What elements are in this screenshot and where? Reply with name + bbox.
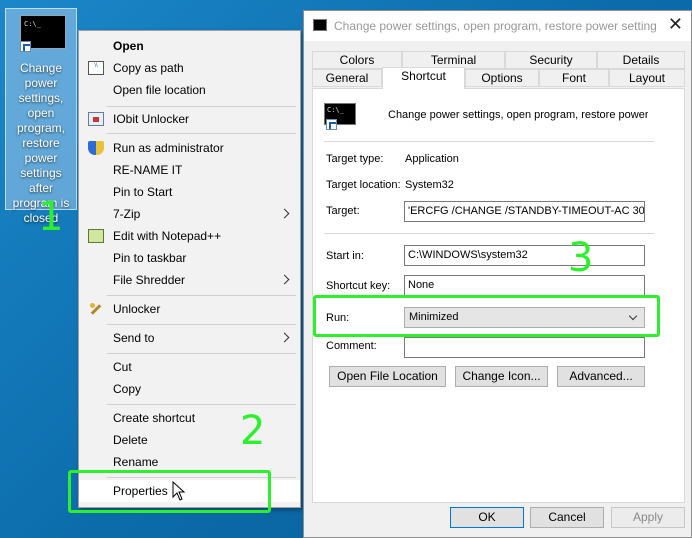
- comment-input[interactable]: [404, 337, 645, 358]
- start-in-label: Start in:: [326, 250, 364, 262]
- target-label: Target:: [326, 205, 360, 217]
- tab-font[interactable]: Font: [539, 69, 609, 87]
- highlight-properties: [68, 470, 271, 513]
- change-icon-button[interactable]: Change Icon...: [455, 366, 548, 387]
- step-number-2: 2: [240, 408, 266, 454]
- target-location-label: Target location:: [326, 179, 401, 191]
- target-location-value: System32: [405, 179, 454, 191]
- chevron-right-icon: [279, 274, 290, 285]
- menu-item-create-shortcut[interactable]: Create shortcut: [79, 407, 300, 429]
- ok-button[interactable]: OK: [450, 507, 524, 528]
- apply-button[interactable]: Apply: [611, 507, 685, 528]
- menu-item-rename-it[interactable]: RE-NAME IT: [79, 159, 300, 181]
- menu-item-open[interactable]: Open: [79, 35, 300, 57]
- menu-separator: [107, 324, 296, 325]
- menu-separator: [107, 404, 296, 405]
- menu-separator: [107, 106, 296, 107]
- shortcut-arrow-icon: [20, 41, 31, 52]
- comment-label: Comment:: [326, 340, 377, 352]
- menu-item-file-shredder[interactable]: File Shredder: [79, 269, 300, 291]
- shortcut-key-input[interactable]: None: [404, 275, 645, 296]
- menu-item-7zip[interactable]: 7-Zip: [79, 203, 300, 225]
- cmd-icon: [313, 19, 327, 31]
- dialog-titlebar[interactable]: Change power settings, open program, res…: [304, 11, 691, 41]
- menu-separator: [107, 353, 296, 354]
- menu-item-unlocker[interactable]: Unlocker: [79, 298, 300, 320]
- menu-item-send-to[interactable]: Send to: [79, 327, 300, 349]
- chevron-right-icon: [279, 208, 290, 219]
- menu-item-pin-to-taskbar[interactable]: Pin to taskbar: [79, 247, 300, 269]
- divider: [324, 141, 654, 142]
- copy-path-icon: \\: [88, 61, 104, 75]
- notepadpp-icon: [88, 229, 104, 243]
- menu-item-pin-to-start[interactable]: Pin to Start: [79, 181, 300, 203]
- context-menu: Open \\ Copy as path Open file location …: [78, 30, 301, 508]
- tab-general[interactable]: General: [312, 69, 382, 87]
- menu-item-edit-notepadpp[interactable]: Edit with Notepad++: [79, 225, 300, 247]
- menu-item-run-as-administrator[interactable]: Run as administrator: [79, 137, 300, 159]
- tab-layout[interactable]: Layout: [609, 69, 685, 87]
- desktop-shortcut-icon[interactable]: C:\_ Change power settings, open program…: [5, 8, 77, 225]
- cancel-button[interactable]: Cancel: [530, 507, 604, 528]
- tab-security[interactable]: Security: [505, 51, 597, 69]
- menu-item-delete[interactable]: Delete: [79, 429, 300, 451]
- uac-shield-icon: [88, 141, 104, 155]
- shortcut-key-label: Shortcut key:: [326, 280, 391, 292]
- iobit-unlocker-icon: [88, 112, 104, 126]
- menu-item-copy[interactable]: Copy: [79, 378, 300, 400]
- dialog-title: Change power settings, open program, res…: [334, 19, 657, 33]
- tab-options[interactable]: Options: [465, 69, 539, 87]
- tab-details[interactable]: Details: [597, 51, 685, 69]
- open-file-location-button[interactable]: Open File Location: [329, 366, 446, 387]
- advanced-button[interactable]: Advanced...: [557, 366, 645, 387]
- target-type-value: Application: [405, 153, 459, 165]
- chevron-right-icon: [279, 332, 290, 343]
- properties-dialog: Change power settings, open program, res…: [303, 10, 692, 538]
- tab-shortcut[interactable]: Shortcut: [382, 67, 465, 89]
- target-input[interactable]: 'ERCFG /CHANGE /STANDBY-TIMEOUT-AC 30: [404, 201, 645, 222]
- highlight-run: [313, 295, 660, 337]
- close-button[interactable]: ✕: [668, 16, 683, 34]
- step-number-1: 1: [38, 194, 64, 240]
- menu-item-copy-as-path[interactable]: \\ Copy as path: [79, 57, 300, 79]
- divider: [324, 233, 654, 234]
- shortcut-name: Change power settings, open program, res…: [388, 109, 648, 121]
- mouse-cursor-icon: [172, 481, 186, 501]
- menu-separator: [107, 295, 296, 296]
- target-type-label: Target type:: [326, 153, 384, 165]
- menu-item-cut[interactable]: Cut: [79, 356, 300, 378]
- shortcut-arrow-icon: [326, 119, 337, 130]
- start-in-input[interactable]: C:\WINDOWS\system32: [404, 245, 645, 266]
- menu-item-iobit-unlocker[interactable]: IObit Unlocker: [79, 108, 300, 130]
- menu-separator: [107, 133, 296, 134]
- unlocker-wand-icon: [88, 302, 104, 316]
- menu-item-open-file-location[interactable]: Open file location: [79, 79, 300, 101]
